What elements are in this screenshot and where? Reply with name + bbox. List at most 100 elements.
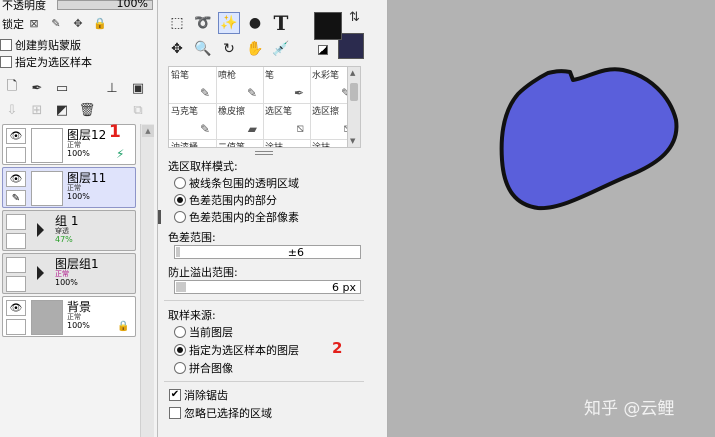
magic-wand-icon[interactable]: ✨ [218, 12, 240, 34]
layer-lock-box[interactable] [6, 319, 26, 335]
ignore-selected-checkbox[interactable] [169, 407, 181, 419]
sample-source-option[interactable]: 拼合图像 [174, 360, 233, 376]
overflow-value: 6 px [332, 281, 356, 294]
brush-slot[interactable]: 二值笔 [216, 139, 264, 148]
antialias-label: 消除锯齿 [184, 389, 228, 402]
layer-item[interactable]: 👁 背景 正常 100% 🔒 [2, 296, 136, 337]
visibility-eye-icon[interactable]: 👁 [6, 300, 26, 316]
canvas-drawing [499, 67, 679, 211]
panel-splitter-handle[interactable] [158, 210, 161, 224]
merge-down-icon[interactable]: ⊞ [28, 101, 46, 119]
sample-source-option[interactable]: 指定为选区样本的图层 [174, 342, 299, 358]
layer-item[interactable]: 组 1 穿透 47% [2, 210, 136, 251]
brush-slot[interactable]: 铅笔 ✎ [169, 67, 217, 104]
apply-mask-icon[interactable]: ⧉ [129, 101, 147, 119]
select-mode-option[interactable]: 色差范围内的部分 [174, 192, 277, 208]
brush-name: 选区笔 [265, 107, 293, 117]
sample-source-option[interactable]: 当前图层 [174, 324, 233, 340]
scroll-up-icon[interactable]: ▲ [142, 125, 154, 137]
brush-grid: 铅笔✎ 喷枪✎ 笔✒ 水彩笔✎ 马克笔✎ 橡皮擦▰ 选区笔⧅ 选区擦⧅ 油漆桶 … [168, 66, 358, 148]
radio-button[interactable] [174, 362, 186, 374]
brush-name: 水彩笔 [312, 71, 340, 81]
layer-item[interactable]: 👁 图层12 正常 100% 1 ⚡ [2, 122, 136, 165]
canvas-area[interactable]: 知乎 @云鲤 [388, 0, 715, 437]
new-folder-icon[interactable]: ▭ [53, 79, 71, 97]
lock-all-icon[interactable]: 🔒 [92, 15, 108, 31]
brush-scrollbar[interactable]: ▲ ▼ [347, 66, 361, 148]
align-icon[interactable]: ⊥ [103, 79, 121, 97]
transfer-down-icon[interactable]: ⇩ [3, 101, 21, 119]
reset-colors-icon[interactable] [318, 45, 328, 55]
brush-slot[interactable]: 马克笔 ✎ [169, 103, 217, 140]
scroll-down-icon[interactable]: ▼ [350, 137, 358, 145]
select-mode-option[interactable]: 色差范围内的全部像素 [174, 209, 299, 225]
tolerance-slider[interactable]: ±6 [174, 245, 361, 259]
select-mode-option[interactable]: 被线条包围的透明区域 [174, 175, 299, 191]
lock-move-icon[interactable]: ✥ [70, 15, 86, 31]
layer-mask-icon[interactable]: ▣ [129, 79, 147, 97]
brush-slot[interactable]: 油漆桶 [169, 139, 217, 147]
radio-button[interactable] [174, 211, 186, 223]
brush-name: 二值笔 [218, 143, 246, 148]
brush-slot[interactable]: 笔 ✒ [263, 67, 311, 104]
opacity-slider[interactable]: 100% [57, 0, 153, 10]
primary-color-swatch[interactable] [314, 12, 342, 40]
overflow-slider[interactable]: 6 px [174, 280, 361, 294]
text-tool-icon[interactable]: T [270, 11, 292, 35]
antialias-row[interactable]: ✔ 消除锯齿 [169, 387, 228, 403]
new-layer-icon[interactable]: 🗋 [3, 79, 21, 97]
layer-lock-box[interactable] [6, 147, 26, 163]
lock-paint-icon[interactable]: ✎ [48, 15, 64, 31]
layer-lock-box[interactable] [6, 233, 26, 249]
new-vector-layer-icon[interactable]: ✒ [28, 79, 46, 97]
radio-button[interactable] [174, 177, 186, 189]
scroll-thumb[interactable] [350, 83, 358, 101]
expand-arrow-icon[interactable] [37, 223, 44, 237]
marker-icon: ✎ [199, 122, 210, 136]
brush-slot[interactable]: 选区笔 ⧅ [263, 103, 311, 140]
brush-slot[interactable]: 橡皮擦 ▰ [216, 103, 264, 140]
rect-select-icon[interactable]: ⬚ [166, 12, 188, 34]
option-label: 色差范围内的部分 [189, 194, 277, 207]
visibility-eye-icon[interactable] [6, 214, 26, 230]
selection-source-checkbox[interactable] [0, 56, 12, 68]
bucket-icon[interactable]: ● [244, 12, 266, 34]
swap-colors-icon[interactable]: ⇅ [349, 10, 360, 25]
lasso-icon[interactable]: ➰ [192, 12, 214, 34]
delete-layer-icon[interactable]: 🗑 [78, 101, 96, 119]
radio-button[interactable] [174, 326, 186, 338]
antialias-checkbox[interactable]: ✔ [169, 389, 181, 401]
layer-opacity: 100% [67, 192, 90, 201]
zoom-icon[interactable]: 🔍 [192, 38, 214, 60]
brush-slot[interactable]: 喷枪 ✎ [216, 67, 264, 104]
lock-transparency-icon[interactable]: ⊠ [26, 15, 42, 31]
lock-label: 锁定 [2, 18, 24, 31]
selection-source-row[interactable]: 指定为选区样本 [0, 54, 92, 70]
hand-icon[interactable]: ✋ [244, 38, 266, 60]
paint-brush-icon[interactable]: ✎ [6, 190, 26, 206]
expand-arrow-icon[interactable] [37, 266, 44, 280]
clip-mask-label: 创建剪贴蒙版 [15, 39, 81, 52]
ignore-selected-row[interactable]: 忽略已选择的区域 [169, 405, 272, 421]
layer-opacity: 47% [55, 235, 73, 244]
rotate-icon[interactable]: ↻ [218, 38, 240, 60]
layer-list-scrollbar[interactable]: ▲ [140, 124, 154, 437]
overflow-label: 防止溢出范围: [168, 266, 238, 279]
layer-item[interactable]: 图层组1 正常 100% [2, 253, 136, 294]
layer-item[interactable]: 👁 ✎ 图层11 正常 100% [2, 167, 136, 208]
eyedropper-icon[interactable]: 💉 [270, 38, 292, 60]
layer-lock-box[interactable] [6, 276, 26, 292]
radio-button[interactable] [174, 194, 186, 206]
clip-mask-row[interactable]: 创建剪贴蒙版 [0, 37, 81, 53]
clip-mask-checkbox[interactable] [0, 39, 12, 51]
clear-layer-icon[interactable]: ◩ [53, 101, 71, 119]
visibility-eye-icon[interactable] [6, 257, 26, 273]
move-icon[interactable]: ✥ [166, 38, 188, 60]
scroll-up-icon[interactable]: ▲ [350, 69, 358, 77]
visibility-eye-icon[interactable]: 👁 [6, 128, 26, 144]
magic-wand-sample-icon: ⚡ [116, 147, 125, 161]
brush-slot[interactable]: 涂抹 [263, 139, 311, 147]
visibility-eye-icon[interactable]: 👁 [6, 171, 26, 187]
panel-resize-grip[interactable] [255, 151, 273, 155]
radio-button[interactable] [174, 344, 186, 356]
